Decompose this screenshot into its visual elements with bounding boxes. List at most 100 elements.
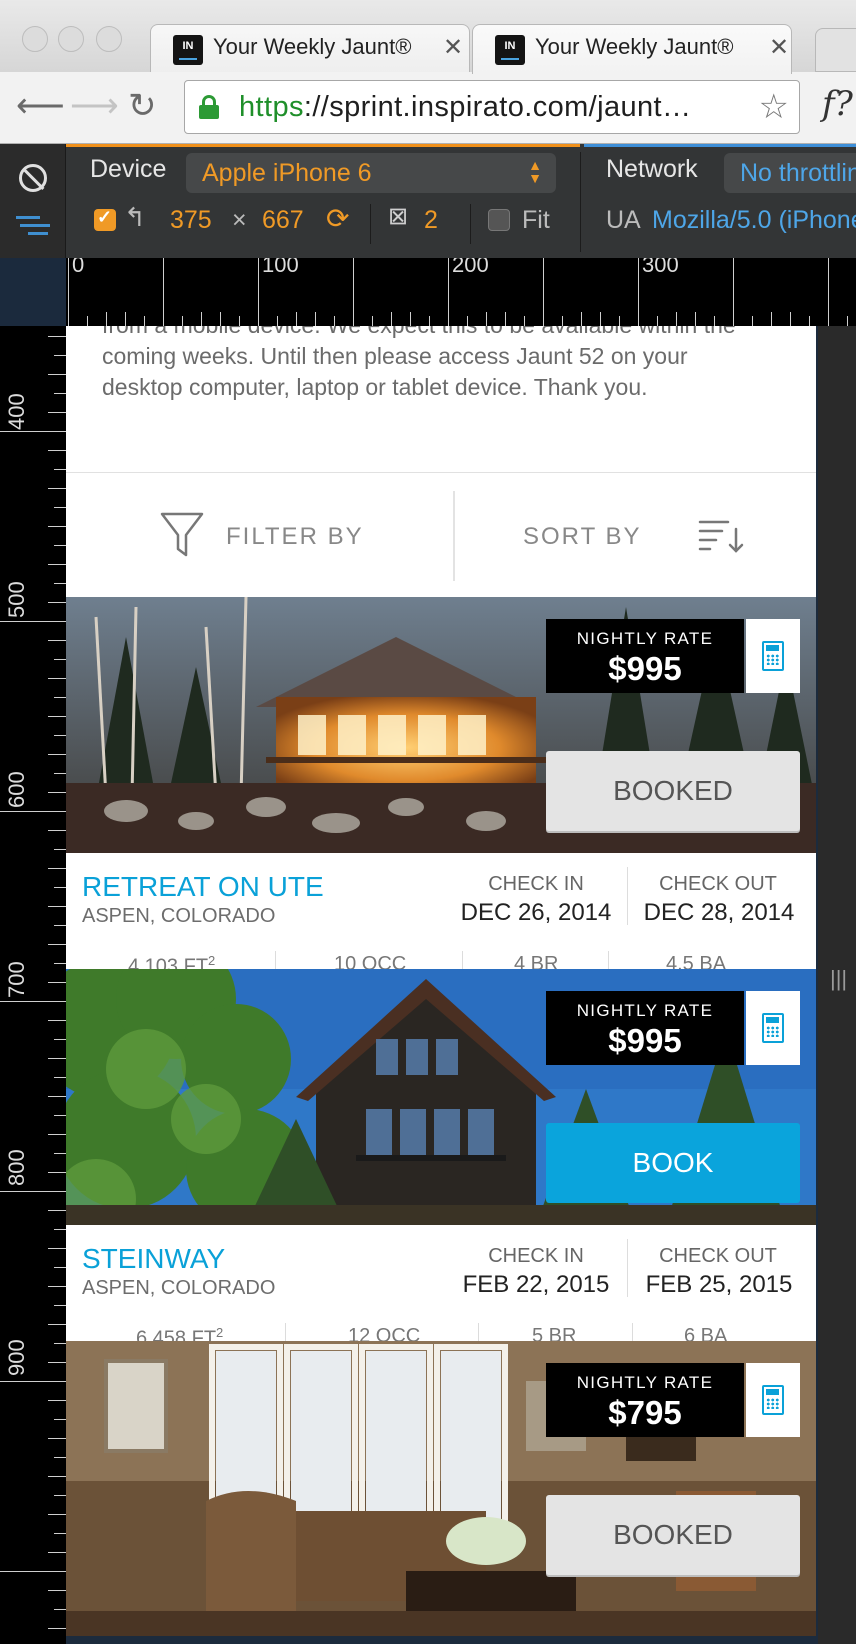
ruler-tick (448, 258, 449, 326)
forward-arrow-icon[interactable]: ⟶ (70, 86, 119, 126)
swap-dimensions-icon[interactable]: ⟳ (326, 202, 349, 235)
ruler-tick (54, 697, 66, 698)
check-out-label: CHECK OUT (659, 873, 777, 895)
media-queries-icon[interactable] (16, 216, 50, 240)
ruler-tick (0, 1571, 66, 1572)
new-tab-button[interactable] (815, 28, 856, 72)
minimize-window-button[interactable] (58, 26, 84, 52)
ruler-tick (54, 887, 66, 888)
ruler-tick (0, 431, 66, 432)
device-select-value: Apple iPhone 6 (202, 159, 372, 187)
ruler-tick (239, 316, 240, 326)
resize-handle-icon[interactable]: ||| (830, 966, 847, 992)
reload-icon[interactable]: ↻ (128, 86, 157, 126)
booked-button[interactable]: BOOKED (546, 751, 800, 831)
ruler-tick (48, 1362, 66, 1363)
rate-calculator-button[interactable] (746, 619, 800, 693)
property-name[interactable]: RETREAT ON UTE (82, 871, 324, 903)
tab-strip: IN Your Weekly Jaunt® ✕ IN Your Weekly J… (0, 0, 856, 74)
dpr-field[interactable]: 2 (424, 206, 438, 235)
check-in-date: FEB 22, 2015 (462, 1271, 610, 1298)
ruler-tick (182, 316, 183, 326)
ruler-label: 0 (72, 258, 85, 277)
filter-label: FILTER BY (226, 523, 364, 550)
extension-icon[interactable]: f? (822, 84, 853, 124)
ruler-tick (790, 312, 791, 326)
sort-button[interactable]: SORT BY (455, 473, 816, 597)
back-arrow-icon[interactable]: ⟵ (16, 86, 65, 126)
ruler-tick (48, 1134, 66, 1135)
select-arrows-icon: ▲ ▼ (528, 157, 542, 186)
book-button[interactable]: BOOK (546, 1123, 800, 1203)
ruler-tick (429, 316, 430, 326)
property-location: ASPEN, COLORADO (82, 1277, 276, 1299)
resolution-checkbox[interactable] (94, 207, 116, 231)
ruler-label: 800 (4, 1149, 29, 1186)
booked-button[interactable]: BOOKED (546, 1495, 800, 1575)
ruler-label: 100 (262, 258, 299, 277)
disable-emulation-icon[interactable] (19, 164, 47, 192)
width-field[interactable]: 375 (170, 206, 212, 235)
ruler-tick (48, 678, 66, 679)
ruler-tick (48, 1286, 66, 1287)
ruler-tick (54, 1457, 66, 1458)
ruler-tick (48, 982, 66, 983)
filter-sort-bar: FILTER BY SORT BY (66, 473, 816, 597)
rate-calculator-button[interactable] (746, 1363, 800, 1437)
listing-info: RETREAT ON UTE ASPEN, COLORADO CHECK IN … (66, 853, 816, 983)
bookmark-star-icon[interactable]: ☆ (759, 87, 789, 127)
ruler-tick (771, 312, 772, 326)
device-emulation-bar: Device Apple iPhone 6 ▲ ▼ Network No thro… (0, 144, 856, 258)
browser-tab-2[interactable]: IN Your Weekly Jaunt® ✕ (472, 24, 792, 74)
tab-title: Your Weekly Jaunt® (535, 34, 734, 59)
address-bar[interactable]: https://sprint.inspirato.com/jaunt… ☆ (184, 80, 800, 134)
viewport-resize-gutter[interactable]: ||| (818, 326, 856, 1644)
property-name[interactable]: STEINWAY (82, 1243, 225, 1275)
ua-label: UA (606, 206, 641, 234)
fit-checkbox[interactable] (488, 209, 510, 231)
ruler-tick (54, 963, 66, 964)
property-photo[interactable]: NIGHTLY RATE $995 BOOKED (66, 597, 816, 853)
calculator-icon (762, 1385, 784, 1415)
ruler-tick (296, 312, 297, 326)
network-throttle-select[interactable]: No throttling (724, 153, 856, 193)
fit-label: Fit (522, 206, 550, 234)
user-agent-field[interactable]: Mozilla/5.0 (iPhone (652, 206, 856, 235)
check-in-date: DEC 26, 2014 (460, 899, 612, 926)
ruler-tick (54, 1495, 66, 1496)
filter-button[interactable]: FILTER BY (66, 473, 452, 597)
property-location: ASPEN, COLORADO (82, 905, 276, 927)
ruler-tick (600, 312, 601, 326)
nightly-rate-value: $995 (608, 650, 682, 687)
property-photo[interactable]: NIGHTLY RATE $795 BOOKED (66, 1341, 816, 1636)
url-text: https://sprint.inspirato.com/jaunt… (239, 91, 692, 123)
ruler-tick (54, 355, 66, 356)
height-field[interactable]: 667 (262, 206, 304, 235)
nightly-rate-badge: NIGHTLY RATE $795 (546, 1363, 744, 1437)
browser-tab-1[interactable]: IN Your Weekly Jaunt® ✕ (150, 24, 470, 74)
property-photo[interactable]: NIGHTLY RATE $995 BOOK (66, 969, 816, 1225)
ruler-tick (524, 316, 525, 326)
ruler-tick (0, 1381, 66, 1382)
rate-calculator-button[interactable] (746, 991, 800, 1065)
ruler-tick (410, 312, 411, 326)
close-tab-icon[interactable]: ✕ (443, 33, 463, 62)
ruler-tick (372, 316, 373, 326)
close-window-button[interactable] (22, 26, 48, 52)
ruler-tick (48, 450, 66, 451)
ruler-tick (48, 906, 66, 907)
nightly-rate-badge: NIGHTLY RATE $995 (546, 991, 744, 1065)
ruler-tick (54, 1343, 66, 1344)
ruler-tick (54, 925, 66, 926)
ruler-tick (809, 316, 810, 326)
zoom-window-button[interactable] (96, 26, 122, 52)
ruler-tick (54, 393, 66, 394)
ruler-tick (48, 1514, 66, 1515)
ruler-tick (714, 316, 715, 326)
ruler-tick (54, 849, 66, 850)
device-select[interactable]: Apple iPhone 6 ▲ ▼ (186, 153, 556, 193)
ruler-tick (87, 316, 88, 326)
close-tab-icon[interactable]: ✕ (769, 33, 789, 62)
ruler-tick (733, 258, 734, 326)
ruler-tick (486, 312, 487, 326)
